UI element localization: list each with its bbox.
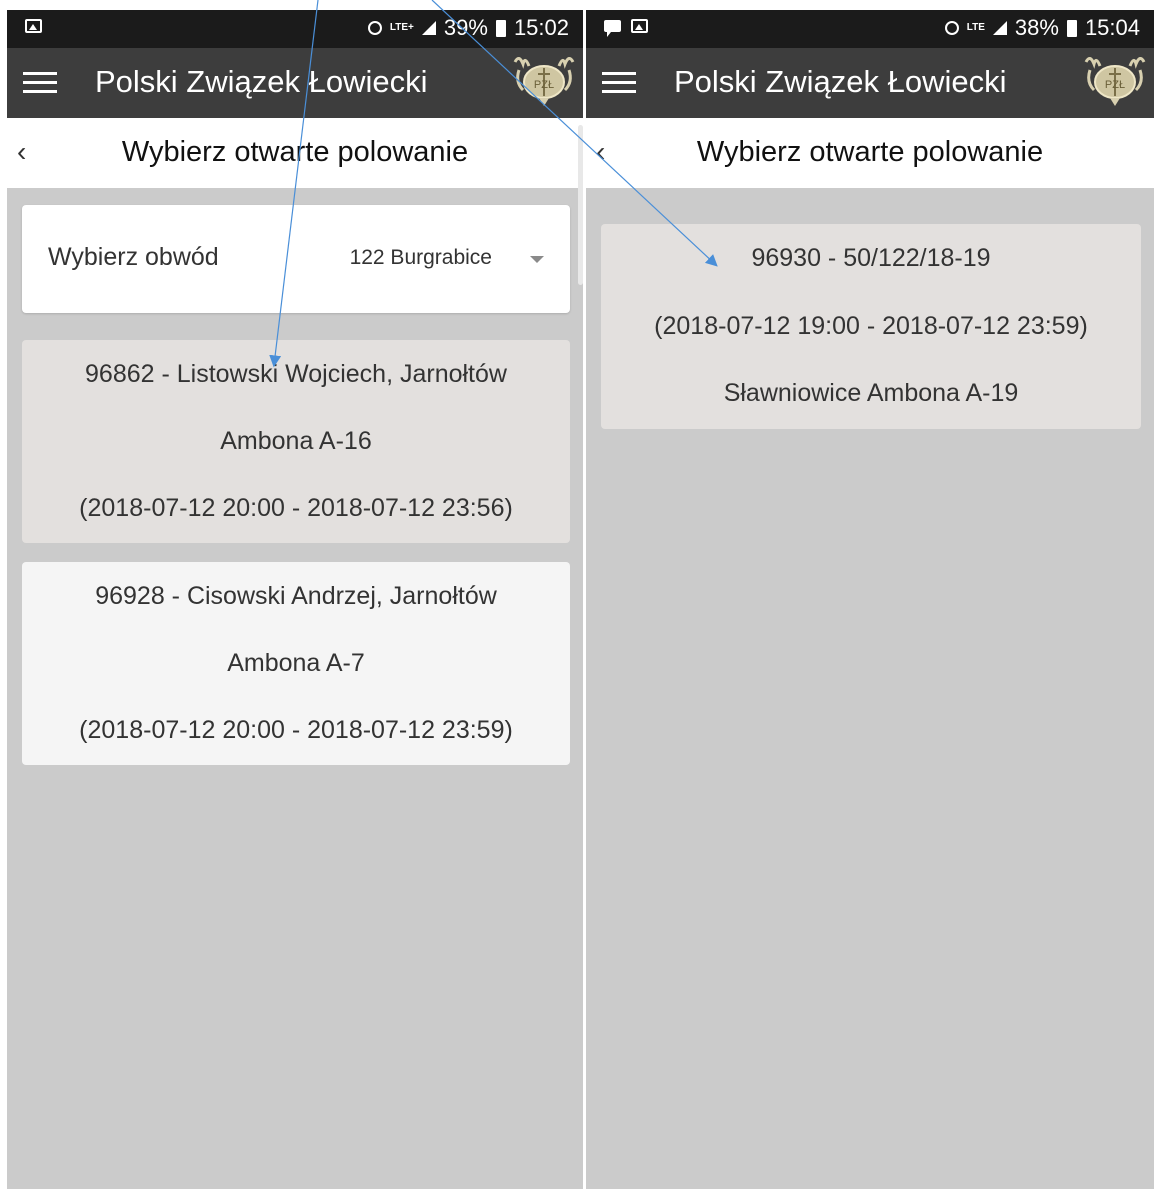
right-phone-screen: LTE 38% 15:04 Polski Związek Łowiecki PZ… — [586, 10, 1154, 1189]
clock: 15:02 — [513, 15, 569, 40]
app-title: Polski Związek Łowiecki — [674, 64, 1007, 99]
alarm-icon — [367, 21, 382, 35]
hunt-title: 96928 - Cisowski Andrzej, Jarnołtów — [95, 582, 497, 610]
hunt-title: 96862 - Listowski Wojciech, Jarnołtów — [85, 360, 507, 388]
hunt-time-range: (2018-07-12 20:00 - 2018-07-12 23:56) — [79, 494, 513, 522]
network-type: LTE — [966, 22, 985, 33]
pzl-logo-icon: PZŁ — [513, 57, 575, 106]
page-title: Wybierz otwarte polowanie — [696, 136, 1044, 168]
district-dropdown[interactable]: Wybierz obwód 122 Burgrabice — [22, 205, 570, 313]
app-title: Polski Związek Łowiecki — [95, 64, 428, 99]
signal-icon — [992, 21, 1007, 35]
page-header: ‹ Wybierz otwarte polowanie — [7, 118, 583, 188]
scrollbar[interactable] — [578, 125, 583, 285]
gallery-notification-icon — [25, 19, 42, 33]
page-title: Wybierz otwarte polowanie — [121, 136, 469, 168]
battery-percent: 38% — [1014, 15, 1059, 40]
hunt-stand: Ambona A-7 — [227, 649, 365, 677]
alarm-icon — [944, 21, 959, 35]
district-label: Wybierz obwód — [48, 243, 219, 271]
hunt-stand: Ambona A-16 — [220, 427, 372, 455]
menu-icon[interactable] — [602, 72, 636, 94]
signal-icon — [421, 21, 436, 35]
hunt-item[interactable]: 96928 - Cisowski Andrzej, Jarnołtów Ambo… — [22, 562, 570, 765]
district-value: 122 Burgrabice — [349, 246, 492, 269]
left-phone-screen: LTE+ 39% 15:02 Polski Związek Łowiecki P… — [7, 10, 583, 1189]
hunt-item[interactable]: 96862 - Listowski Wojciech, Jarnołtów Am… — [22, 340, 570, 543]
hunt-title: 96930 - 50/122/18-19 — [751, 244, 991, 272]
network-type: LTE+ — [389, 22, 414, 33]
pzl-logo-icon: PZŁ — [1084, 57, 1146, 106]
battery-icon — [1066, 19, 1077, 37]
app-bar: Polski Związek Łowiecki PZŁ — [7, 48, 583, 118]
battery-percent: 39% — [443, 15, 488, 40]
hunt-item[interactable]: 96930 - 50/122/18-19 (2018-07-12 19:00 -… — [601, 224, 1141, 429]
logo-lettering: PZŁ — [534, 79, 554, 91]
clock: 15:04 — [1084, 15, 1140, 40]
hunt-time-range: (2018-07-12 19:00 - 2018-07-12 23:59) — [654, 312, 1088, 340]
hunt-time-range: (2018-07-12 20:00 - 2018-07-12 23:59) — [79, 716, 513, 744]
gallery-notification-icon — [631, 19, 648, 33]
battery-icon — [495, 19, 506, 37]
menu-icon[interactable] — [23, 72, 57, 94]
status-bar: LTE+ 39% 15:02 — [7, 10, 583, 48]
dropdown-caret-icon — [530, 256, 544, 263]
app-bar: Polski Związek Łowiecki PZŁ — [586, 48, 1154, 118]
logo-lettering: PZŁ — [1105, 79, 1125, 91]
page-header: ‹ Wybierz otwarte polowanie — [586, 118, 1154, 188]
message-notification-icon — [604, 20, 621, 37]
status-bar: LTE 38% 15:04 — [586, 10, 1154, 48]
hunt-stand: Sławniowice Ambona A-19 — [723, 379, 1019, 407]
